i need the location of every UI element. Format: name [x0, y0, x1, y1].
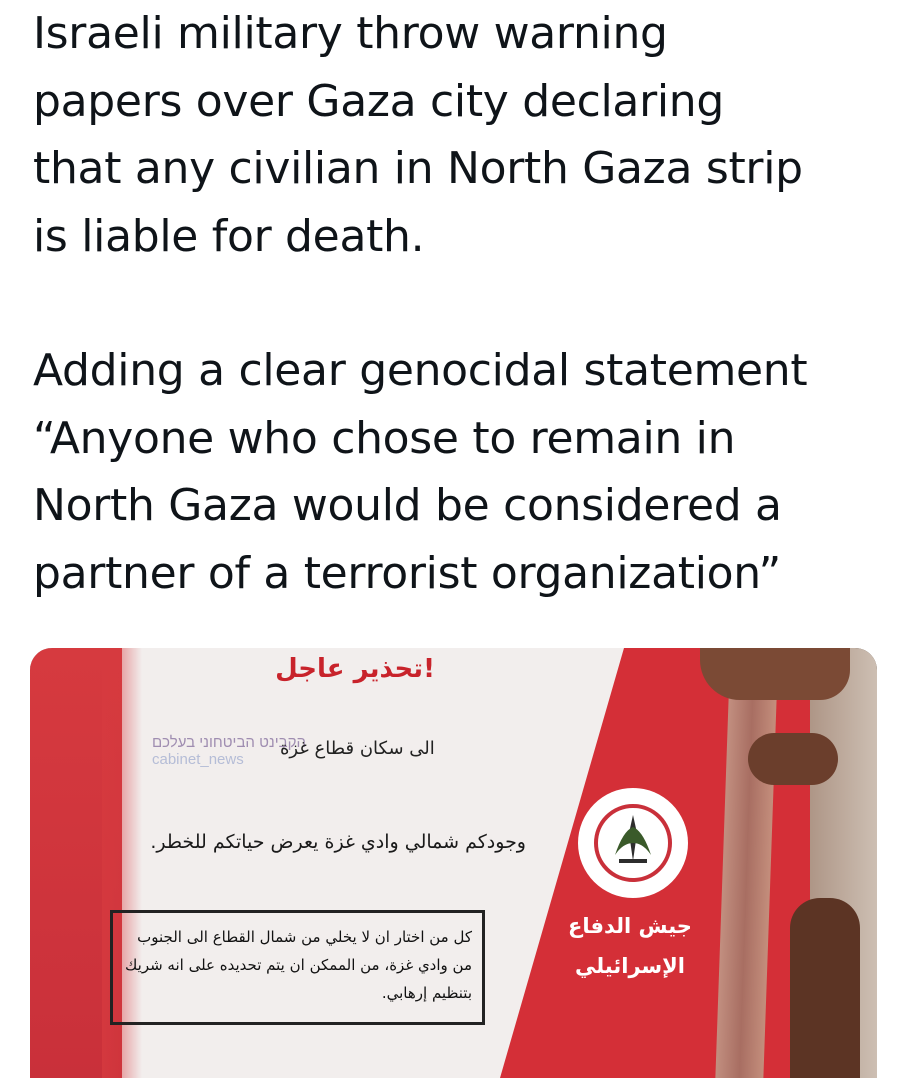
- leaflet-red-band: [30, 648, 142, 1078]
- leaflet-title: تحذير عاجل!: [275, 654, 435, 684]
- tweet-paragraph: Israeli military throw warning papers ov…: [33, 8, 803, 262]
- tweet-photo[interactable]: تحذير عاجل! הקבינט הביטחוני בעלכם cabine…: [30, 648, 877, 1078]
- hand-finger: [790, 898, 860, 1078]
- leaflet-notice-box: كل من اختار ان لا يخلي من شمال القطاع ال…: [110, 910, 485, 1025]
- hand-thumb: [748, 733, 838, 785]
- tweet-text: Israeli military throw warning papers ov…: [33, 0, 893, 607]
- leaflet-signature: جيش الدفاع الإسرائيلي: [568, 914, 692, 978]
- hand: [700, 648, 850, 700]
- tweet-paragraph: Adding a clear genocidal statement “Anyo…: [33, 345, 808, 599]
- leaflet: تحذير عاجل! הקבינט הביטחוני בעלכם cabine…: [30, 648, 810, 1078]
- idf-emblem-icon: [578, 788, 688, 898]
- leaflet-danger-line: وجودكم شمالي وادي غزة يعرض حياتكم للخطر.: [150, 831, 526, 853]
- leaflet-address-line: الى سكان قطاع غزة: [280, 738, 435, 759]
